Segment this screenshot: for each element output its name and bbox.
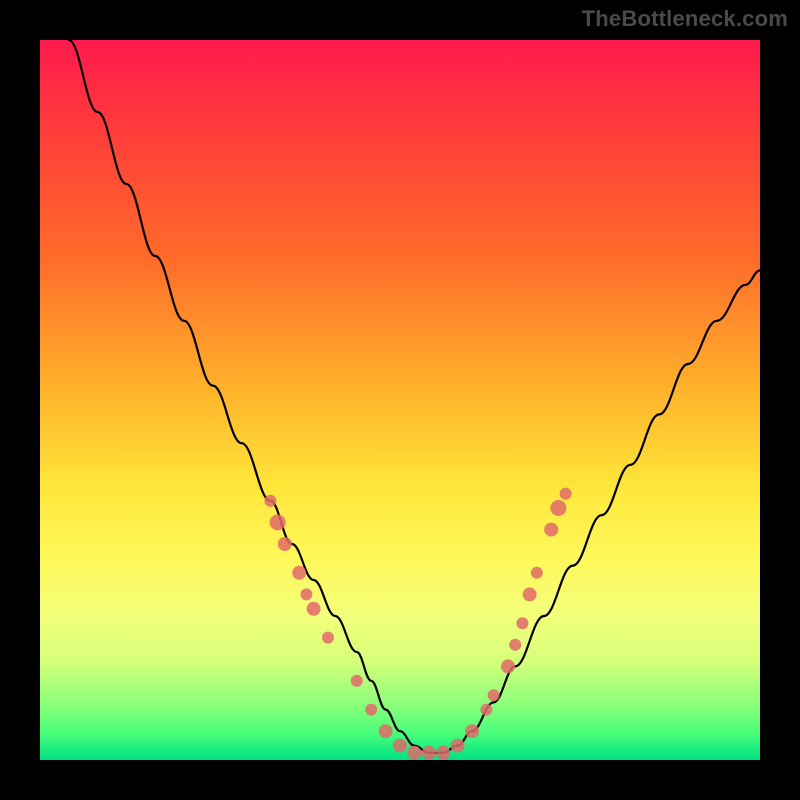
marker-dot <box>292 566 306 580</box>
marker-dot <box>560 488 572 500</box>
marker-dot <box>351 675 363 687</box>
marker-dot <box>544 523 558 537</box>
marker-dot <box>264 495 276 507</box>
marker-dot <box>270 514 286 530</box>
marker-dots-group <box>264 488 571 760</box>
marker-dot <box>322 632 334 644</box>
bottleneck-curve <box>69 40 760 753</box>
marker-dot <box>480 704 492 716</box>
marker-dot <box>300 588 312 600</box>
marker-dot <box>422 746 436 760</box>
marker-dot <box>531 567 543 579</box>
marker-dot <box>488 689 500 701</box>
marker-dot <box>501 659 515 673</box>
marker-dot <box>451 739 465 753</box>
marker-dot <box>523 587 537 601</box>
chart-frame: TheBottleneck.com <box>0 0 800 800</box>
marker-dot <box>365 704 377 716</box>
chart-svg <box>40 40 760 760</box>
plot-area <box>40 40 760 760</box>
marker-dot <box>278 537 292 551</box>
marker-dot <box>436 746 450 760</box>
marker-dot <box>379 724 393 738</box>
marker-dot <box>465 724 479 738</box>
marker-dot <box>516 617 528 629</box>
marker-dot <box>550 500 566 516</box>
watermark-text: TheBottleneck.com <box>582 6 788 32</box>
marker-dot <box>307 602 321 616</box>
marker-dot <box>393 739 407 753</box>
marker-dot <box>407 746 421 760</box>
marker-dot <box>509 639 521 651</box>
